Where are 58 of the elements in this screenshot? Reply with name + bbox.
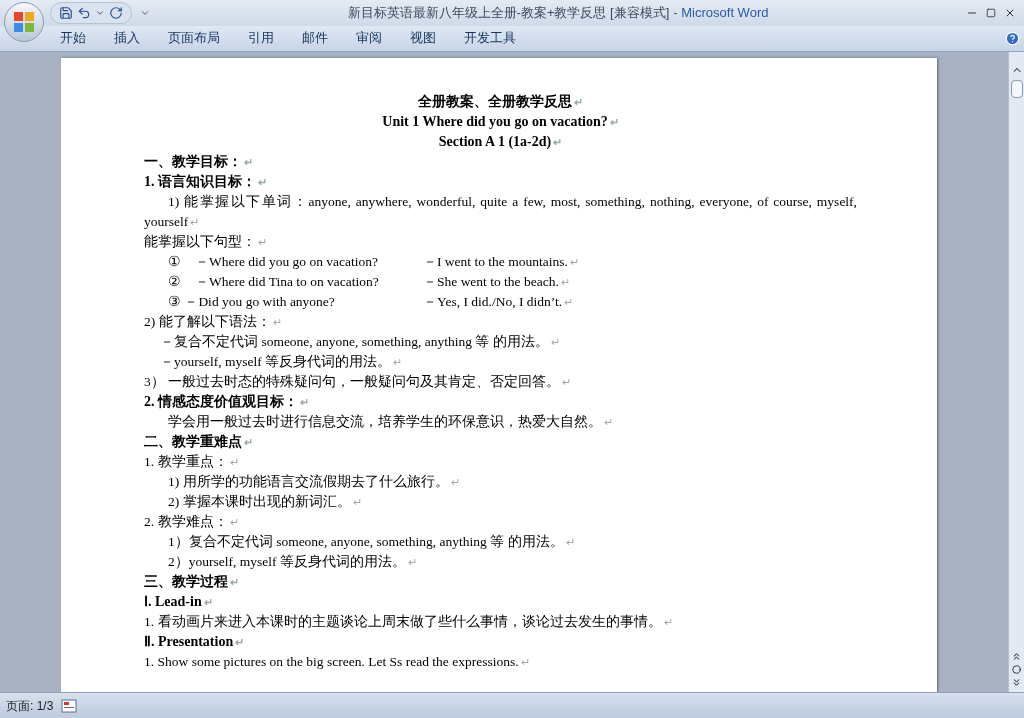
section-heading: Ⅱ. Presentation↵ [144,633,246,651]
ribbon-tab[interactable]: 引用 [234,26,288,51]
question-text: ① －Where did you go on vacation? [168,253,380,271]
help-icon[interactable] [1005,31,1020,46]
section-heading: 二、教学重难点↵ [144,433,254,451]
body-text: 学会用一般过去时进行信息交流，培养学生的环保意识，热爱大自然。↵ [167,413,614,431]
section-heading: 一、教学目标：↵ [144,153,254,171]
document-title: Section A 1 (1a-2d)↵ [437,133,564,151]
body-text: 1）复合不定代词 someone, anyone, something, anything 等 的用法。↵ [167,533,576,551]
customize-icon[interactable] [140,8,150,18]
office-logo-icon [12,10,36,34]
question-text: ③ －Did you go with anyone? [168,293,336,311]
body-text: －复合不定代词 someone, anyone, something, anything 等 的用法。↵ [159,333,561,351]
previous-page-icon[interactable] [1011,651,1022,662]
document-status-icon [61,698,78,713]
browse-object-icon[interactable] [1012,665,1021,674]
section-heading: Ⅰ. Lead-in↵ [144,593,214,611]
redo-icon[interactable] [109,6,123,20]
body-text: －yourself, myself 等反身代词的用法。↵ [159,353,404,371]
body-text: 1) 用所学的功能语言交流假期去了什么旅行。↵ [167,473,461,491]
body-text: 2. 教学难点：↵ [144,513,240,531]
body-text: 2) 掌握本课时出现的新词汇。↵ [167,493,363,511]
close-icon[interactable] [1004,7,1016,19]
body-text: 2) 能了解以下语法：↵ [144,313,283,331]
office-button[interactable] [4,2,44,42]
ribbon-tab[interactable]: 开发工具 [450,26,530,51]
body-text: 能掌握以下句型：↵ [144,233,268,251]
ribbon-tab[interactable]: 页面布局 [154,26,234,51]
body-text: 3） 一般过去时态的特殊疑问句，一般疑问句及其肯定、否定回答。↵ [144,373,573,391]
answer-text: －Yes, I did./No, I didn’t.↵ [423,293,574,311]
undo-icon[interactable] [77,6,91,20]
document-title: 全册教案、全册教学反思↵ [417,93,584,111]
body-text: 2）yourself, myself 等反身代词的用法。↵ [167,553,418,571]
document-title: Unit 1 Where did you go on vacation?↵ [381,113,620,131]
body-text: 1. 教学重点：↵ [144,453,240,471]
ribbon-tab[interactable]: 开始 [46,26,100,51]
body-text: 1. Show some pictures on the big screen. Let Ss read the expressions.↵ [144,653,531,671]
next-page-icon[interactable] [1011,677,1022,688]
ribbon-tab[interactable]: 邮件 [288,26,342,51]
save-icon[interactable] [59,6,73,20]
body-text: 1. 看动画片来进入本课时的主题谈论上周末做了些什么事情，谈论过去发生的事情。↵ [144,613,674,631]
ribbon-tab[interactable]: 视图 [396,26,450,51]
window-title: 新目标英语最新八年级上全册-教案+教学反思 [兼容模式] [347,4,670,23]
ribbon-tab[interactable]: 插入 [100,26,154,51]
vertical-scrollbar[interactable] [1008,52,1024,692]
restore-icon[interactable] [986,8,996,18]
dropdown-icon[interactable] [95,8,105,18]
ribbon-tab[interactable]: 审阅 [342,26,396,51]
answer-text: －I went to the mountains.↵ [423,253,579,271]
answer-text: －She went to the beach.↵ [423,273,570,291]
scroll-thumb[interactable] [1010,80,1023,98]
app-name: - Microsoft Word [673,4,769,23]
body-text: 1) 能掌握以下单词：anyone, anywhere, wonderful, quite a few, most, something, nothing, everyone, of course, myself, yourself↵ [144,193,857,231]
section-heading: 2. 情感态度价值观目标：↵ [144,393,310,411]
section-heading: 1. 语言知识目标：↵ [144,173,268,191]
question-text: ② －Where did Tina to on vacation? [168,273,380,291]
page-count[interactable]: 页面: 1/3 [0,696,62,715]
section-heading: 三、教学过程↵ [144,573,240,591]
